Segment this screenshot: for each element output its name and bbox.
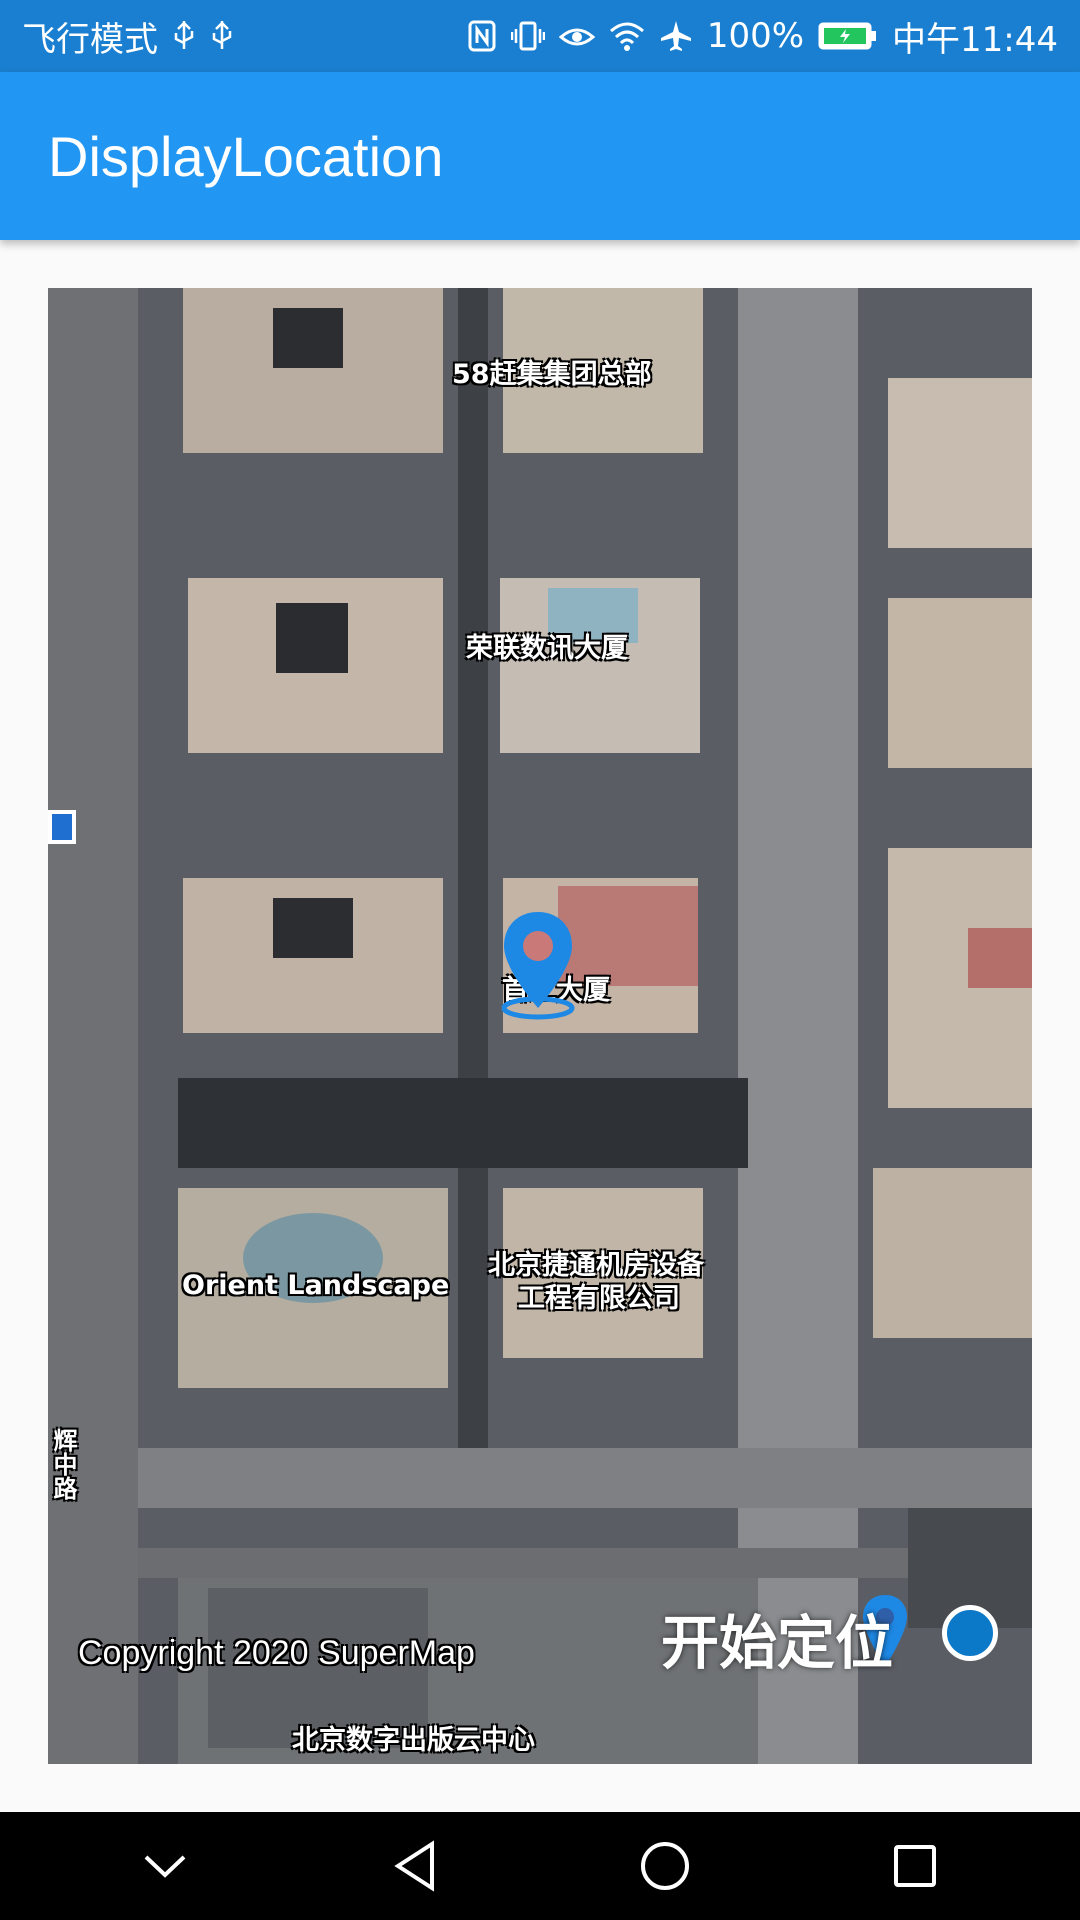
map-view[interactable]: 58赶集集团总部 荣联数讯大厦 首汇大厦 北京捷通机房设备 工程有限公司 Ori… [48,288,1032,1764]
map-label-ganji: 58赶集集团总部 [452,359,652,390]
home-circle-icon[interactable] [610,1812,720,1920]
navigation-bar [0,1812,1080,1920]
status-right: 100% 中午11:44 [467,12,1058,61]
app-bar: DisplayLocation [0,72,1080,240]
back-chevron-icon[interactable] [110,1812,220,1920]
vibrate-icon [510,19,545,53]
airplane-mode-text: 飞行模式 [22,19,158,60]
usb-icon [172,19,196,53]
map-copyright: Copyright 2020 SuperMap [78,1634,475,1672]
locate-dot-button[interactable] [942,1605,998,1661]
location-marker-icon[interactable] [498,908,578,1020]
airplane-icon [659,19,693,53]
eye-icon [558,21,595,51]
battery-icon [818,21,878,51]
satellite-imagery [48,288,1032,1764]
status-time: 中午11:44 [892,19,1058,60]
wifi-icon [609,21,645,51]
usb-icon [210,19,234,53]
map-label-publishing: 北京数字出版云中心 [292,1725,535,1756]
back-triangle-icon[interactable] [360,1812,470,1920]
status-left: 飞行模式 [22,12,234,61]
map-label-jietong-line2: 工程有限公司 [518,1283,680,1314]
map-label-side-vertical: 辉中路 [49,1428,77,1500]
start-locate-button[interactable]: 开始定位 [661,1596,893,1680]
nfc-icon [467,19,497,53]
map-label-orient: Orient Landscape [182,1270,450,1301]
battery-percent: 100% [706,16,805,56]
status-bar: 飞行模式 100% 中午11:44 [0,0,1080,72]
map-label-ronglian: 荣联数讯大厦 [466,633,628,664]
app-title: DisplayLocation [48,124,444,188]
recents-square-icon[interactable] [860,1812,970,1920]
